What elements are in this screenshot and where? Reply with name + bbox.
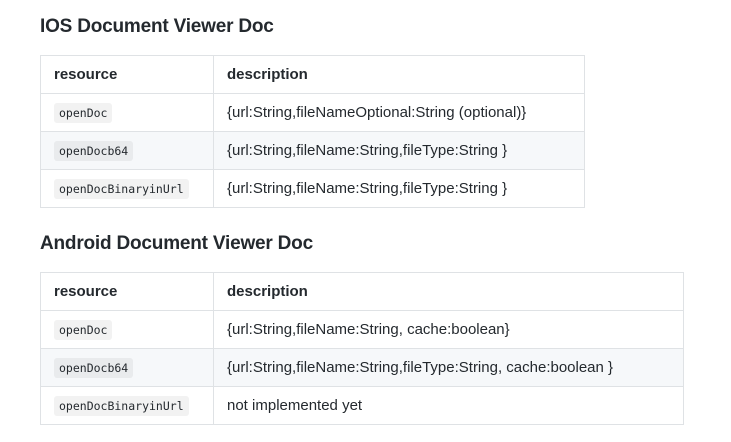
ios-resource-table: resource description openDoc {url:String… (40, 55, 585, 208)
resource-cell: openDocBinaryinUrl (40, 169, 214, 208)
resource-code: openDocb64 (54, 141, 134, 161)
resource-cell: openDocb64 (40, 348, 214, 387)
table-header-row: resource description (40, 55, 585, 94)
table-row: openDoc {url:String,fileName:String, cac… (40, 310, 684, 349)
resource-code: openDocb64 (54, 358, 134, 378)
description-cell: {url:String,fileName:String,fileType:Str… (213, 169, 585, 208)
resource-code: openDocBinaryinUrl (54, 179, 189, 199)
description-cell: {url:String,fileNameOptional:String (opt… (213, 93, 585, 132)
android-resource-table: resource description openDoc {url:String… (40, 272, 684, 425)
description-cell: not implemented yet (213, 386, 684, 425)
document-page: IOS Document Viewer Doc resource descrip… (0, 0, 731, 442)
table-row: openDocb64 {url:String,fileName:String,f… (40, 348, 684, 387)
description-cell: {url:String,fileName:String,fileType:Str… (213, 348, 684, 387)
ios-section-heading: IOS Document Viewer Doc (40, 16, 274, 37)
resource-cell: openDoc (40, 93, 214, 132)
resource-code: openDocBinaryinUrl (54, 396, 189, 416)
resource-cell: openDocb64 (40, 131, 214, 170)
resource-cell: openDocBinaryinUrl (40, 386, 214, 425)
table-row: openDocBinaryinUrl not implemented yet (40, 386, 684, 425)
table-row: openDocb64 {url:String,fileName:String,f… (40, 131, 585, 170)
resource-code: openDoc (54, 103, 113, 123)
table-row: openDocBinaryinUrl {url:String,fileName:… (40, 169, 585, 208)
table-header-row: resource description (40, 272, 684, 311)
resource-code: openDoc (54, 320, 113, 340)
description-cell: {url:String,fileName:String, cache:boole… (213, 310, 684, 349)
table-row: openDoc {url:String,fileNameOptional:Str… (40, 93, 585, 132)
column-header-resource: resource (40, 272, 214, 311)
description-cell: {url:String,fileName:String,fileType:Str… (213, 131, 585, 170)
column-header-description: description (213, 272, 684, 311)
column-header-resource: resource (40, 55, 214, 94)
column-header-description: description (213, 55, 585, 94)
android-section-heading: Android Document Viewer Doc (40, 233, 313, 254)
resource-cell: openDoc (40, 310, 214, 349)
